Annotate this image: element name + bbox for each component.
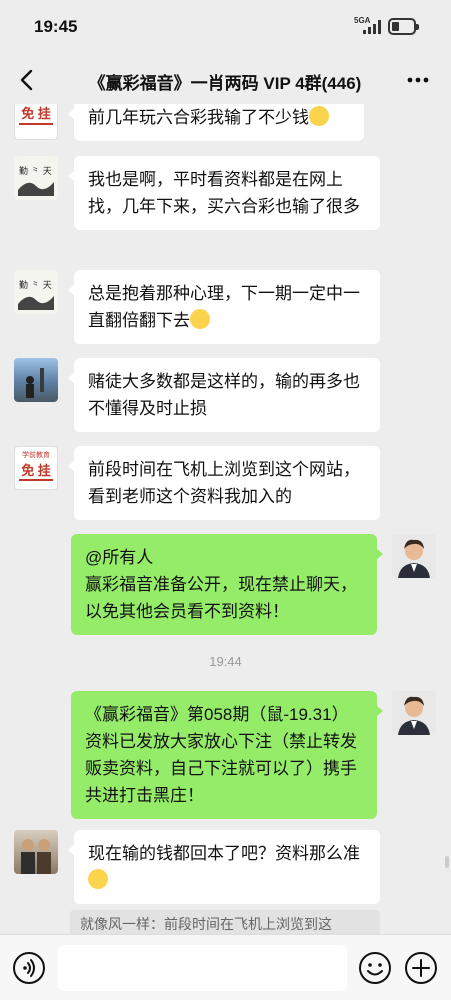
grinning-emoji-icon — [88, 869, 108, 889]
laughing-emoji-icon — [190, 309, 210, 329]
svg-text:勤 ⺀ 天: 勤 ⺀ 天 — [19, 165, 52, 177]
message-text: 我也是啊，平时看资料都是在网上找，几年下来，买六合彩也输了很多 — [88, 170, 360, 216]
avatar-top-text: 学前教育 — [22, 452, 50, 459]
message-bubble[interactable]: 我也是啊，平时看资料都是在网上找，几年下来，买六合彩也输了很多 — [68, 156, 380, 230]
avatar[interactable] — [14, 830, 58, 874]
chat-header: 《赢彩福音》一肖两码 VIP 4群(446) — [0, 56, 451, 104]
message-text: 前段时间在飞机上浏览到这个网站，看到老师这个资料我加入的 — [88, 460, 360, 506]
message-input[interactable] — [58, 945, 347, 991]
mention-text: @所有人 — [85, 548, 154, 567]
avatar[interactable]: 勤 ⺀ 天 — [14, 156, 58, 200]
avatar-badge-text: 免 挂 — [21, 463, 51, 478]
avatar[interactable]: 勤 ⺀ 天 — [14, 270, 58, 314]
chat-title: 《赢彩福音》一肖两码 VIP 4群(446) — [88, 74, 362, 93]
message-text: 赢彩福音准备公开，现在禁止聊天，以免其他会员看不到资料！ — [85, 575, 357, 621]
signal-icon — [363, 20, 381, 34]
message-timestamp: 19:44 — [209, 654, 242, 669]
message-text: 赌徒大多数都是这样的，输的再多也不懂得及时止损 — [88, 372, 360, 418]
avatar[interactable]: 学前教育 免 挂 — [14, 446, 58, 490]
voice-icon[interactable] — [12, 951, 46, 985]
battery-icon — [388, 18, 419, 35]
message-bubble[interactable]: 总是抱着那种心理，下一期一定中一直翻倍翻下去 — [68, 270, 380, 344]
message-list[interactable]: 免 挂 前几年玩六合彩我输了不少钱 勤 ⺀ 天 我也是啊，平时看资料都是在网上找… — [0, 104, 451, 934]
avatar[interactable]: 免 挂 — [14, 104, 58, 140]
quoted-message-preview[interactable]: 就像风一样：前段时间在飞机上浏览到这 — [70, 910, 380, 934]
svg-text:勤 ⺀ 天: 勤 ⺀ 天 — [19, 279, 52, 291]
message-bubble[interactable]: 现在输的钱都回本了吧？资料那么准 — [68, 830, 380, 904]
avatar[interactable] — [392, 691, 436, 735]
smile-icon[interactable] — [358, 951, 392, 985]
input-bar — [0, 934, 451, 1000]
plus-icon[interactable] — [404, 951, 438, 985]
message-bubble[interactable]: @所有人 赢彩福音准备公开，现在禁止聊天，以免其他会员看不到资料！ — [71, 534, 383, 635]
message-bubble[interactable]: 前几年玩六合彩我输了不少钱 — [68, 104, 364, 141]
message-text: 《赢彩福音》第058期（鼠-19.31）资料已发放大家放心下注（禁止转发贩卖资料… — [85, 705, 357, 805]
message-bubble[interactable]: 前段时间在飞机上浏览到这个网站，看到老师这个资料我加入的 — [68, 446, 380, 520]
chevron-left-icon[interactable] — [14, 66, 42, 94]
avatar[interactable] — [14, 358, 58, 402]
more-dots-icon[interactable] — [403, 64, 433, 94]
message-bubble[interactable]: 赌徒大多数都是这样的，输的再多也不懂得及时止损 — [68, 358, 380, 432]
avatar-badge-text: 免 挂 — [21, 106, 51, 121]
crying-emoji-icon — [309, 106, 329, 126]
message-text: 现在输的钱都回本了吧？资料那么准 — [88, 844, 360, 863]
message-text: 前几年玩六合彩我输了不少钱 — [88, 108, 309, 127]
message-bubble[interactable]: 《赢彩福音》第058期（鼠-19.31）资料已发放大家放心下注（禁止转发贩卖资料… — [71, 691, 383, 819]
avatar[interactable] — [392, 534, 436, 578]
status-time: 19:45 — [34, 17, 78, 36]
message-text: 总是抱着那种心理，下一期一定中一直翻倍翻下去 — [88, 284, 360, 330]
status-bar: 19:45 5GA — [0, 0, 451, 56]
scrollbar[interactable] — [445, 856, 449, 868]
